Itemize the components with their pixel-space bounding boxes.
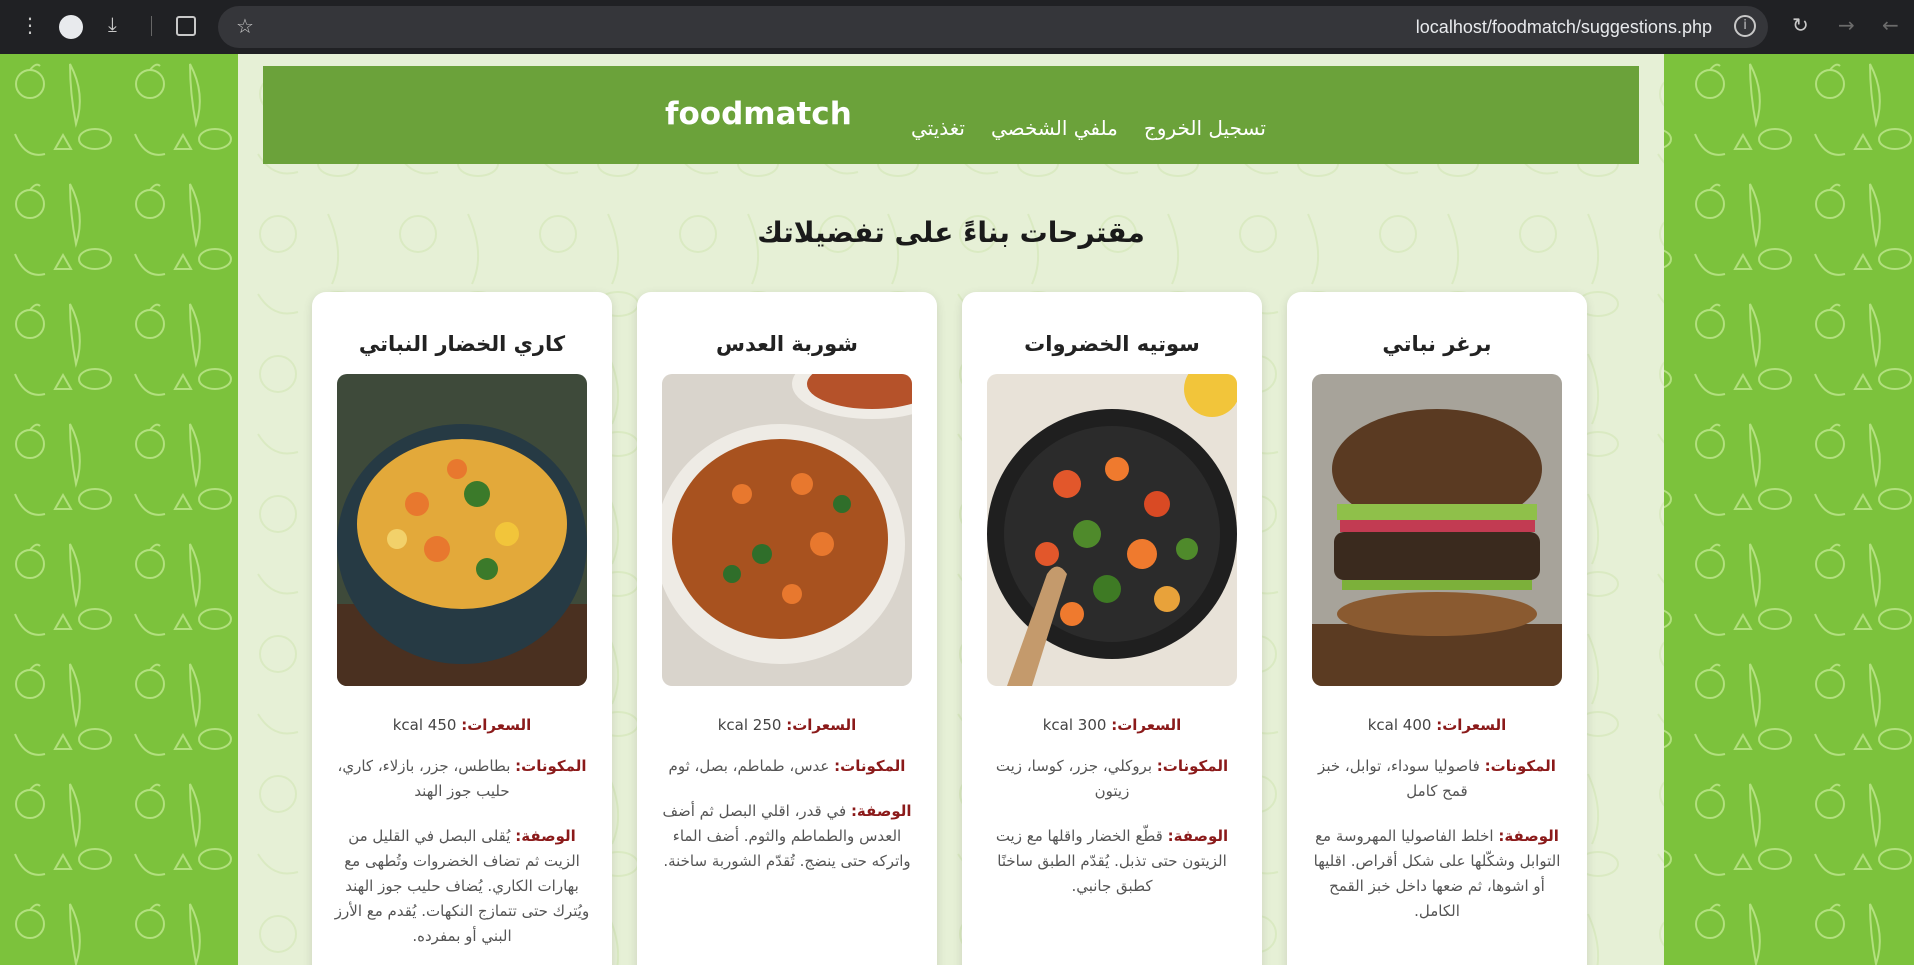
page-title: مقترحات بناءً على تفضيلاتك: [757, 216, 1145, 249]
recipe-image-burger: [1312, 374, 1562, 686]
recipe-description: الوصفة: اخلط الفاصوليا المهروسة مع التوا…: [1309, 824, 1565, 924]
ingredients-value: بروكلي، جزر، كوسا، زيت زيتون: [995, 757, 1153, 800]
ingredients-value: بطاطس، جزر، بازلاء، كاري، حليب جوز الهند: [337, 757, 511, 800]
profile-icon[interactable]: [59, 15, 83, 39]
menu-kebab-icon[interactable]: ⋮: [20, 15, 40, 35]
description-label: الوصفة:: [1167, 827, 1229, 845]
back-icon[interactable]: ←: [1882, 15, 1899, 35]
recipe-calories: السعرات: 300 kcal: [962, 716, 1262, 734]
recipe-calories: السعرات: 250 kcal: [637, 716, 937, 734]
recipe-title: برغر نباتي: [1382, 332, 1492, 356]
description-label: الوصفة:: [515, 827, 576, 845]
nav-profile[interactable]: ملفي الشخصي: [991, 116, 1118, 140]
calories-label: السعرات:: [1436, 716, 1507, 734]
nav-links: تسجيل الخروج ملفي الشخصي تغذيتي: [911, 116, 1266, 140]
ingredients-label: المكونات:: [1156, 757, 1229, 775]
bookmark-star-icon[interactable]: ☆: [236, 16, 254, 36]
recipe-title: سوتيه الخضروات: [1024, 332, 1200, 356]
ingredients-label: المكونات:: [515, 757, 587, 775]
recipe-card[interactable]: كاري الخضار النباتي السعرات: 450 kcal ال…: [312, 292, 612, 965]
recipe-ingredients: المكونات: بروكلي، جزر، كوسا، زيت زيتون: [984, 754, 1240, 804]
extensions-icon[interactable]: [176, 16, 196, 36]
ingredients-value: فاصوليا سوداء، توابل، خبز قمح كامل: [1318, 757, 1480, 800]
calories-label: السعرات:: [1111, 716, 1182, 734]
recipe-ingredients: المكونات: عدس، طماطم، بصل، ثوم: [659, 754, 915, 779]
recipe-image-saute: [987, 374, 1237, 686]
recipe-ingredients: المكونات: فاصوليا سوداء، توابل، خبز قمح …: [1309, 754, 1565, 804]
nav-nutrition[interactable]: تغذيتي: [911, 116, 965, 140]
top-navbar: foodmatch تسجيل الخروج ملفي الشخصي تغذيت…: [263, 66, 1639, 164]
ingredients-label: المكونات:: [834, 757, 906, 775]
recipe-description: الوصفة: يُقلى البصل في القليل من الزيت ث…: [334, 824, 590, 949]
description-label: الوصفة:: [850, 802, 912, 820]
recipe-calories: السعرات: 400 kcal: [1287, 716, 1587, 734]
ingredients-value: عدس، طماطم، بصل، ثوم: [668, 757, 830, 775]
brand-logo[interactable]: foodmatch: [665, 96, 852, 132]
recipe-description: الوصفة: قطّع الخضار واقلها مع زيت الزيتو…: [984, 824, 1240, 899]
description-label: الوصفة:: [1498, 827, 1559, 845]
recipe-title: شوربة العدس: [716, 332, 858, 356]
reload-icon[interactable]: ↻: [1792, 15, 1809, 35]
recipe-title: كاري الخضار النباتي: [358, 332, 566, 356]
calories-value: 250 kcal: [717, 716, 782, 734]
download-icon[interactable]: ⤓: [108, 14, 117, 34]
recipe-ingredients: المكونات: بطاطس، جزر، بازلاء، كاري، حليب…: [334, 754, 590, 804]
nav-logout[interactable]: تسجيل الخروج: [1144, 116, 1266, 140]
calories-label: السعرات:: [461, 716, 532, 734]
calories-label: السعرات:: [786, 716, 857, 734]
calories-value: 450 kcal: [392, 716, 457, 734]
calories-value: 300 kcal: [1042, 716, 1107, 734]
ingredients-label: المكونات:: [1484, 757, 1556, 775]
divider: [151, 16, 152, 36]
recipe-image-lentil-soup: [662, 374, 912, 686]
forward-icon[interactable]: →: [1838, 15, 1855, 35]
page-viewport: foodmatch تسجيل الخروج ملفي الشخصي تغذيت…: [0, 54, 1914, 965]
recipe-card[interactable]: برغر نباتي السعرات: 400 kcal المكونات: ف: [1287, 292, 1587, 965]
recipe-cards: برغر نباتي السعرات: 400 kcal المكونات: ف: [312, 292, 1590, 965]
recipe-description: الوصفة: في قدر، اقلي البصل ثم أضف العدس …: [659, 799, 915, 874]
url-text[interactable]: localhost/foodmatch/suggestions.php: [1416, 17, 1712, 38]
address-bar[interactable]: ☆ localhost/foodmatch/suggestions.php i: [218, 6, 1768, 48]
recipe-card[interactable]: سوتيه الخضروات السعرات: 300 kcal المكونا…: [962, 292, 1262, 965]
recipe-calories: السعرات: 450 kcal: [312, 716, 612, 734]
site-info-icon[interactable]: i: [1734, 15, 1756, 37]
recipe-image-curry: [337, 374, 587, 686]
recipe-card[interactable]: شوربة العدس السعرات: 250 kcal المكونات: …: [637, 292, 937, 965]
browser-toolbar: ⋮ ⤓ ☆ localhost/foodmatch/suggestions.ph…: [0, 0, 1914, 54]
calories-value: 400 kcal: [1367, 716, 1432, 734]
main-container: foodmatch تسجيل الخروج ملفي الشخصي تغذيت…: [238, 54, 1664, 965]
